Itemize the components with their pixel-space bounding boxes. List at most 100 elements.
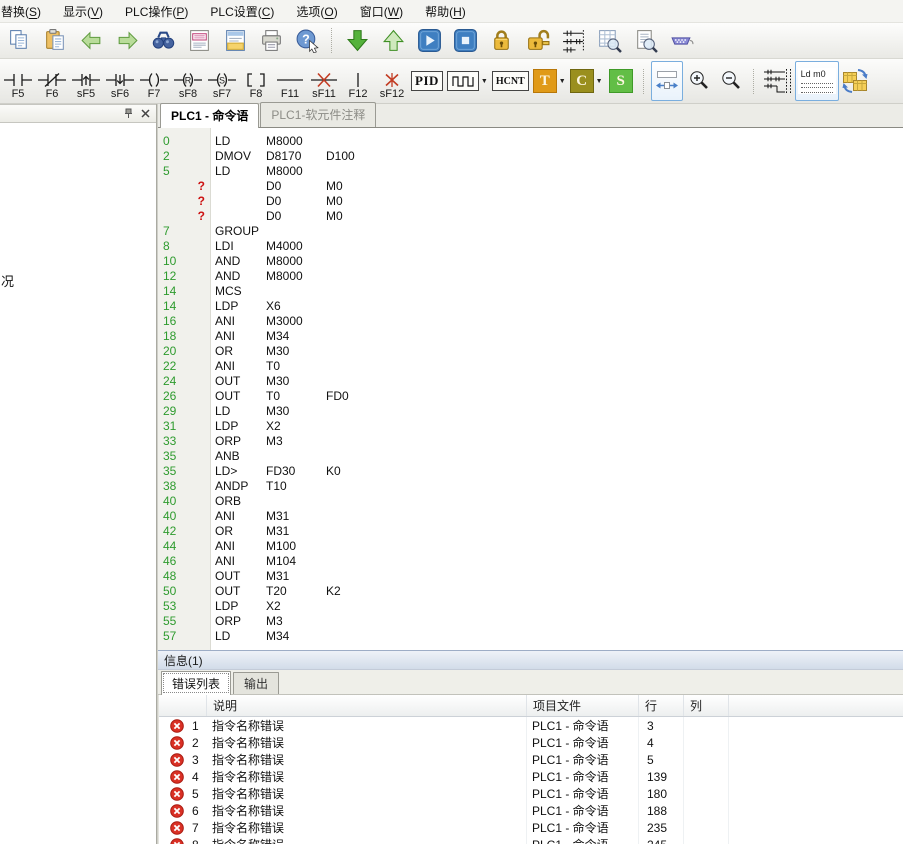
pid-button[interactable]: PID bbox=[409, 61, 445, 101]
menu-item-window[interactable]: 窗口(W) bbox=[349, 0, 414, 23]
code-line[interactable]: 31LDPX2 bbox=[158, 419, 903, 434]
code-line[interactable]: 35ANB bbox=[158, 449, 903, 464]
hline-delete-button[interactable]: sF11 bbox=[307, 61, 341, 101]
dropdown-arrow-icon[interactable]: ▼ bbox=[559, 78, 566, 85]
zoom-in-button[interactable] bbox=[683, 61, 715, 101]
plc-upload-button[interactable] bbox=[375, 26, 411, 56]
code-line[interactable]: 57LDM34 bbox=[158, 629, 903, 644]
coil-set-button[interactable]: SsF7 bbox=[205, 61, 239, 101]
back-button[interactable] bbox=[73, 26, 109, 56]
contact-open-button[interactable]: F5 bbox=[1, 61, 35, 101]
batch-monitor-button[interactable] bbox=[591, 26, 627, 56]
error-row[interactable]: 7指令名称错误PLC1 - 命令语235 bbox=[159, 819, 903, 836]
editor-tab-0[interactable]: PLC1 - 命令语 bbox=[160, 103, 259, 128]
ladder-view-button[interactable] bbox=[761, 61, 795, 101]
coil-button[interactable]: F7 bbox=[137, 61, 171, 101]
error-row[interactable]: 5指令名称错误PLC1 - 命令语180 bbox=[159, 785, 903, 802]
code-line[interactable]: 22ANIT0 bbox=[158, 359, 903, 374]
code-line[interactable]: 7GROUP bbox=[158, 224, 903, 239]
header-line[interactable]: 行 bbox=[639, 695, 684, 716]
help-button[interactable]: ? bbox=[289, 26, 325, 56]
menu-item-view[interactable]: 显示(V) bbox=[52, 0, 114, 23]
code-line[interactable]: ?D0M0 bbox=[158, 194, 903, 209]
code-line[interactable]: 16ANIM3000 bbox=[158, 314, 903, 329]
stop-button[interactable] bbox=[447, 26, 483, 56]
code-line[interactable]: 55ORPM3 bbox=[158, 614, 903, 629]
run-button[interactable] bbox=[411, 26, 447, 56]
error-row[interactable]: 3指令名称错误PLC1 - 命令语5 bbox=[159, 751, 903, 768]
doc-search-button[interactable] bbox=[627, 26, 663, 56]
contact-falling-button[interactable]: sF6 bbox=[103, 61, 137, 101]
code-line[interactable]: 12ANDM8000 bbox=[158, 269, 903, 284]
timer-button[interactable]: T▼ bbox=[531, 61, 568, 101]
pulse-button[interactable]: ▼ bbox=[445, 61, 490, 101]
code-line[interactable]: ?D0M0 bbox=[158, 179, 903, 194]
code-line[interactable]: 8LDIM4000 bbox=[158, 239, 903, 254]
code-line[interactable]: 2DMOVD8170D100 bbox=[158, 149, 903, 164]
print-button[interactable] bbox=[253, 26, 289, 56]
code-line[interactable]: 40ANIM31 bbox=[158, 509, 903, 524]
pin-icon[interactable] bbox=[122, 107, 135, 120]
copy-button[interactable] bbox=[1, 26, 37, 56]
counter-button[interactable]: C▼ bbox=[568, 61, 605, 101]
vline-delete-button[interactable]: sF12 bbox=[375, 61, 409, 101]
ladder-monitor-button[interactable] bbox=[555, 26, 591, 56]
zoom-out-button[interactable] bbox=[715, 61, 747, 101]
code-line[interactable]: 29LDM30 bbox=[158, 404, 903, 419]
hcnt-button[interactable]: HCNT bbox=[490, 61, 531, 101]
convert-button[interactable] bbox=[839, 61, 871, 101]
hline-button[interactable]: F11 bbox=[273, 61, 307, 101]
header-project-file[interactable]: 项目文件 bbox=[527, 695, 639, 716]
code-line[interactable]: 48OUTM31 bbox=[158, 569, 903, 584]
code-line[interactable]: 40ORB bbox=[158, 494, 903, 509]
code-line[interactable]: 0LDM8000 bbox=[158, 134, 903, 149]
header-column[interactable]: 列 bbox=[684, 695, 729, 716]
dropdown-arrow-icon[interactable]: ▼ bbox=[596, 78, 603, 85]
code-line[interactable]: 14LDPX6 bbox=[158, 299, 903, 314]
code-line[interactable]: 5LDM8000 bbox=[158, 164, 903, 179]
menu-item-replace[interactable]: 替换(S) bbox=[0, 0, 52, 23]
vline-button[interactable]: F12 bbox=[341, 61, 375, 101]
code-line[interactable]: 50OUTT20K2 bbox=[158, 584, 903, 599]
code-line[interactable]: 14MCS bbox=[158, 284, 903, 299]
editor-tab-1[interactable]: PLC1-软元件注释 bbox=[260, 102, 376, 127]
code-line[interactable]: ?D0M0 bbox=[158, 209, 903, 224]
code-line[interactable]: 44ANIM100 bbox=[158, 539, 903, 554]
lock-button[interactable] bbox=[483, 26, 519, 56]
close-icon[interactable] bbox=[139, 107, 152, 120]
error-row[interactable]: 4指令名称错误PLC1 - 命令语139 bbox=[159, 768, 903, 785]
info-tab-1[interactable]: 输出 bbox=[233, 672, 279, 694]
error-row[interactable]: 8指令名称错误PLC1 - 命令语245 bbox=[159, 836, 903, 844]
find-replace-button[interactable] bbox=[181, 26, 217, 56]
unlock-button[interactable] bbox=[519, 26, 555, 56]
code-line[interactable]: 20ORM30 bbox=[158, 344, 903, 359]
menu-item-options[interactable]: 选项(O) bbox=[285, 0, 348, 23]
dropdown-arrow-icon[interactable]: ▼ bbox=[481, 78, 488, 85]
state-button[interactable]: S bbox=[605, 61, 637, 101]
code-line[interactable]: 24OUTM30 bbox=[158, 374, 903, 389]
forward-button[interactable] bbox=[109, 26, 145, 56]
code-line[interactable]: 42ORM31 bbox=[158, 524, 903, 539]
code-line[interactable]: 46ANIM104 bbox=[158, 554, 903, 569]
error-row[interactable]: 6指令名称错误PLC1 - 命令语188 bbox=[159, 802, 903, 819]
output-window-button[interactable] bbox=[217, 26, 253, 56]
code-line[interactable]: 38ANDPT10 bbox=[158, 479, 903, 494]
menu-item-help[interactable]: 帮助(H) bbox=[414, 0, 477, 23]
header-description[interactable]: 说明 bbox=[207, 695, 527, 716]
find-button[interactable] bbox=[145, 26, 181, 56]
info-tab-0[interactable]: 错误列表 bbox=[161, 671, 231, 695]
coil-reset-button[interactable]: RsF8 bbox=[171, 61, 205, 101]
plc-download-button[interactable] bbox=[339, 26, 375, 56]
code-line[interactable]: 10ANDM8000 bbox=[158, 254, 903, 269]
instruction-button[interactable]: F8 bbox=[239, 61, 273, 101]
paste-button[interactable] bbox=[37, 26, 73, 56]
error-row[interactable]: 2指令名称错误PLC1 - 命令语4 bbox=[159, 734, 903, 751]
code-line[interactable]: 35LD>FD30K0 bbox=[158, 464, 903, 479]
contact-rising-button[interactable]: sF5 bbox=[69, 61, 103, 101]
il-view-button[interactable]: Ld m0 bbox=[795, 61, 839, 101]
code-line[interactable]: 33ORPM3 bbox=[158, 434, 903, 449]
contact-closed-button[interactable]: F6 bbox=[35, 61, 69, 101]
serial-port-button[interactable] bbox=[663, 26, 699, 56]
instruction-list-editor[interactable]: 0LDM80002DMOVD8170D1005LDM8000?D0M0?D0M0… bbox=[158, 128, 903, 650]
error-row[interactable]: 1指令名称错误PLC1 - 命令语3 bbox=[159, 717, 903, 734]
